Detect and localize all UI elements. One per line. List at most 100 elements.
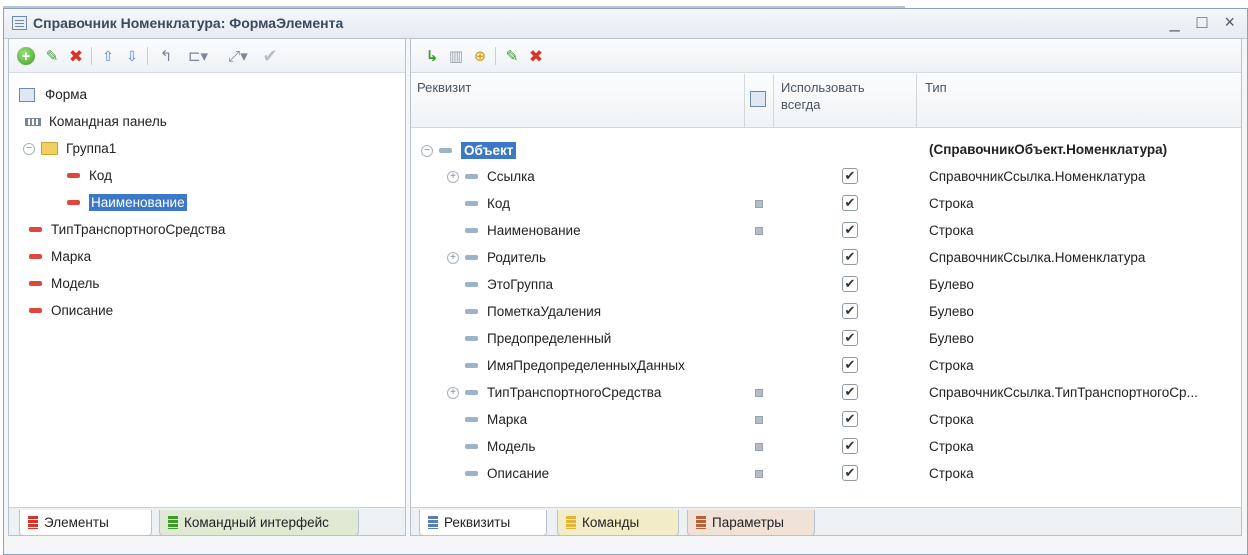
attribute-type: (СправочникОбъект.Номенклатура) <box>929 142 1168 157</box>
column-separator <box>773 74 774 128</box>
use-always-checkbox[interactable]: ✔ <box>842 222 858 238</box>
column-use-always[interactable]: Использовать всегда <box>781 79 891 113</box>
attribute-type: Строка <box>929 358 974 373</box>
collapse-icon[interactable]: − <box>23 142 35 155</box>
window-title: Справочник Номенклатура: ФормаЭлемента <box>33 15 344 31</box>
field-icon <box>67 173 80 178</box>
elements-tab-icon <box>28 516 38 529</box>
edit-attribute-button[interactable]: ✎ <box>501 45 523 67</box>
use-always-checkbox[interactable]: ✔ <box>842 303 858 319</box>
delete-attribute-button[interactable]: ✖ <box>525 45 547 67</box>
add-group-dropdown[interactable]: ⊏▾ <box>181 45 215 67</box>
use-always-checkbox[interactable]: ✔ <box>842 249 858 265</box>
expand-icon[interactable]: + <box>447 386 459 399</box>
table-row[interactable]: Предопределенный ✔ Булево <box>411 326 1241 353</box>
move-level-button[interactable]: ↰ <box>155 45 177 67</box>
column-type[interactable]: Тип <box>925 79 947 96</box>
tree-item-label: Марка <box>51 249 92 264</box>
use-always-checkbox[interactable]: ✔ <box>842 384 858 400</box>
add-button[interactable]: + <box>15 45 37 67</box>
tree-item-brand[interactable]: Марка <box>9 243 405 270</box>
table-row[interactable]: + Родитель ✔ СправочникСсылка.Номенклату… <box>411 245 1241 272</box>
resize-dropdown[interactable]: ⤢▾ <box>221 45 255 67</box>
attribute-icon <box>465 417 478 422</box>
move-up-button[interactable]: ⇧ <box>97 45 119 67</box>
table-row[interactable]: Наименование ✔ Строка <box>411 218 1241 245</box>
commands-tab-icon <box>566 516 576 529</box>
table-row[interactable]: Код ✔ Строка <box>411 191 1241 218</box>
tab-commands[interactable]: Команды <box>557 510 679 536</box>
elements-toolbar: + ✎ ✖ ⇧ ⇩ ↰ ⊏▾ ⤢▾ ✔ <box>9 39 405 73</box>
table-row[interactable]: + ТипТранспортногоСредства ✔ СправочникС… <box>411 380 1241 407</box>
on-form-marker <box>755 443 763 451</box>
tree-item-description[interactable]: Описание <box>9 297 405 324</box>
attribute-name: Родитель <box>487 250 547 265</box>
tab-attributes[interactable]: Реквизиты <box>419 510 547 536</box>
attribute-name: Описание <box>487 466 550 481</box>
add-table-button[interactable]: ▥ <box>445 45 467 67</box>
check-button[interactable]: ✔ <box>259 45 281 67</box>
toolbar-separator <box>147 47 148 65</box>
attribute-icon <box>465 174 478 179</box>
attribute-icon <box>465 336 478 341</box>
attribute-name: ПометкаУдаления <box>487 304 602 319</box>
attribute-icon <box>465 201 478 206</box>
toolbar-separator <box>91 47 92 65</box>
column-attribute[interactable]: Реквизит <box>417 79 471 96</box>
attribute-name: Код <box>487 196 510 211</box>
form-icon <box>19 87 35 102</box>
tab-elements[interactable]: Элементы <box>19 510 152 536</box>
delete-button[interactable]: ✖ <box>65 45 87 67</box>
title-bar[interactable]: Справочник Номенклатура: ФормаЭлемента _… <box>4 9 1247 39</box>
use-always-checkbox[interactable]: ✔ <box>842 168 858 184</box>
add-column-button[interactable]: ⊕ <box>469 45 491 67</box>
tree-item-label: Командная панель <box>49 114 167 129</box>
table-row[interactable]: ЭтоГруппа ✔ Булево <box>411 272 1241 299</box>
use-always-checkbox[interactable]: ✔ <box>842 195 858 211</box>
tree-item-label: Наименование <box>89 194 187 211</box>
use-always-checkbox[interactable]: ✔ <box>842 465 858 481</box>
tab-parameters[interactable]: Параметры <box>687 510 815 536</box>
move-down-button[interactable]: ⇩ <box>121 45 143 67</box>
tree-item-form[interactable]: Форма <box>9 81 405 108</box>
tree-item-name[interactable]: Наименование <box>9 189 405 216</box>
attribute-name: Модель <box>487 439 536 454</box>
table-row[interactable]: + Ссылка ✔ СправочникСсылка.Номенклатура <box>411 164 1241 191</box>
table-row[interactable]: Модель ✔ Строка <box>411 434 1241 461</box>
tree-item-label: Модель <box>51 276 100 291</box>
collapse-icon[interactable]: − <box>421 144 433 157</box>
table-row[interactable]: ПометкаУдаления ✔ Булево <box>411 299 1241 326</box>
on-form-marker <box>755 389 763 397</box>
use-always-checkbox[interactable]: ✔ <box>842 276 858 292</box>
tree-item-model[interactable]: Модель <box>9 270 405 297</box>
tree-item-vehicle-type[interactable]: ТипТранспортногоСредства <box>9 216 405 243</box>
use-always-checkbox[interactable]: ✔ <box>842 330 858 346</box>
tree-item-group[interactable]: − Группа1 <box>9 135 405 162</box>
parameters-tab-icon <box>696 516 706 529</box>
tree-item-label: Код <box>89 168 112 183</box>
checkmark-icon: ✔ <box>262 46 278 66</box>
use-always-checkbox[interactable]: ✔ <box>842 411 858 427</box>
table-row[interactable]: ИмяПредопределенныхДанных ✔ Строка <box>411 353 1241 380</box>
attribute-type: Строка <box>929 223 974 238</box>
tree-item-command-panel[interactable]: Командная панель <box>9 108 405 135</box>
expand-icon[interactable]: + <box>447 170 459 183</box>
tree-item-code[interactable]: Код <box>9 162 405 189</box>
pencil-icon: ✎ <box>505 47 519 65</box>
attribute-type: СправочникСсылка.ТипТранспортногоСр... <box>929 385 1198 400</box>
use-always-checkbox[interactable]: ✔ <box>842 357 858 373</box>
add-attribute-button[interactable]: ↳ <box>421 45 443 67</box>
use-always-checkbox[interactable]: ✔ <box>842 438 858 454</box>
tab-command-interface[interactable]: Командный интерфейс <box>159 510 359 536</box>
table-row[interactable]: Марка ✔ Строка <box>411 407 1241 434</box>
edit-button[interactable]: ✎ <box>41 45 63 67</box>
expand-icon[interactable]: + <box>447 251 459 264</box>
tab-label: Команды <box>582 515 640 530</box>
attribute-name: ЭтоГруппа <box>487 277 554 292</box>
arrow-up-icon: ⇧ <box>102 48 114 64</box>
attribute-type: Булево <box>929 277 974 292</box>
table-row[interactable]: Описание ✔ Строка <box>411 461 1241 488</box>
window-controls[interactable]: _ □ × <box>1170 12 1241 33</box>
table-row[interactable]: − Объект (СправочникОбъект.Номенклатура) <box>411 137 1241 164</box>
group-dropdown-icon: ⊏▾ <box>187 47 209 65</box>
